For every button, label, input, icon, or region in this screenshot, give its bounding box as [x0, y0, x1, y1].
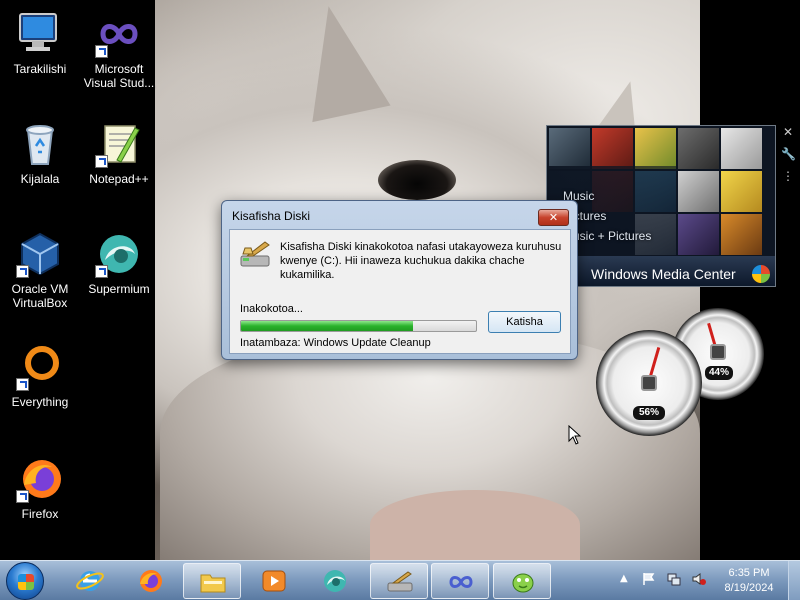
supermium-icon [321, 568, 349, 594]
memory-chip-icon [710, 344, 726, 360]
memory-readout: 44% [705, 366, 733, 380]
taskbar-visual-studio[interactable] [431, 563, 489, 599]
folder-icon [199, 569, 227, 595]
mouse-cursor-icon [568, 424, 582, 445]
volume-muted-icon[interactable] [692, 572, 706, 586]
desktop-icon-label: Microsoft Visual Stud... [83, 62, 155, 90]
dialog-title: Kisafisha Diski [232, 209, 311, 223]
close-button[interactable]: ✕ [538, 209, 569, 226]
taskbar-firefox[interactable] [122, 563, 180, 599]
media-center-brand: Windows Media Center [591, 266, 736, 282]
system-clock[interactable]: 6:35 PM 8/19/2024 [713, 566, 785, 596]
start-button[interactable] [6, 562, 44, 600]
cancel-button[interactable]: Katisha [488, 311, 561, 333]
clock-date: 8/19/2024 [724, 582, 774, 594]
desktop-icon-label: Firefox [21, 507, 59, 521]
drag-handle-icon[interactable]: ⋮ [781, 169, 795, 183]
show-desktop-button[interactable] [788, 561, 800, 600]
gadget-toolbar: ✕ 🔧 ⋮ [781, 125, 797, 191]
media-player-icon [260, 568, 288, 594]
visual-studio-icon [447, 569, 475, 595]
desktop-icon-computer[interactable]: Tarakilishi [2, 10, 78, 76]
media-tile[interactable] [678, 128, 719, 169]
taskbar-supermium[interactable] [306, 563, 364, 599]
media-tile[interactable] [678, 171, 719, 212]
progress-bar-fill [241, 321, 413, 331]
disk-cleanup-icon [239, 240, 273, 272]
desktop-icon-virtualbox[interactable]: Oracle VM VirtualBox [2, 230, 78, 310]
firefox-icon [16, 455, 64, 503]
desktop-icon-label: Everything [11, 395, 69, 409]
firefox-icon [137, 568, 165, 594]
desktop-icon-recycle-bin[interactable]: Kijalala [2, 120, 78, 186]
cpu-readout: 56% [633, 406, 665, 420]
processor-icon [641, 375, 657, 391]
disk-cleanup-dialog: Kisafisha Diski ✕ Kisafisha Diski kinako… [221, 200, 578, 360]
clock-time: 6:35 PM [728, 567, 770, 579]
cpu-gauge[interactable]: 56% [596, 330, 702, 436]
notepad-plus-plus-icon [95, 120, 143, 168]
taskbar-windows-explorer[interactable] [183, 563, 241, 599]
notepad-plus-plus-icon [509, 569, 537, 595]
action-center-flag-icon[interactable] [642, 572, 656, 586]
desktop-icon-label: Supermium [88, 282, 150, 296]
show-hidden-icons-button[interactable]: ▲ [620, 573, 628, 584]
media-tile[interactable] [635, 128, 676, 169]
taskbar-internet-explorer[interactable] [61, 563, 119, 599]
windows-logo-icon [752, 265, 770, 283]
desktop-icon-supermium[interactable]: Supermium [81, 230, 157, 296]
taskbar-notepad-plus-plus[interactable] [493, 563, 551, 599]
media-tile[interactable] [721, 214, 762, 255]
recycle-bin-icon [16, 120, 64, 168]
desktop-icon-firefox[interactable]: Firefox [2, 455, 78, 521]
dialog-body: Kisafisha Diski kinakokotoa nafasi utaka… [229, 229, 571, 354]
scanning-item-text: Inatambaza: Windows Update Cleanup [240, 337, 431, 349]
media-center-gadget[interactable]: Music Pictures Music + Pictures Windows … [546, 125, 776, 287]
desktop-icon-everything[interactable]: Everything [2, 343, 78, 409]
desktop-icon-label: Oracle VM VirtualBox [11, 282, 69, 310]
media-tile[interactable] [549, 128, 590, 169]
internet-explorer-icon [76, 568, 104, 594]
media-tile[interactable] [721, 171, 762, 212]
desktop-icon-label: Kijalala [20, 172, 60, 186]
close-icon[interactable]: ✕ [781, 125, 795, 139]
supermium-icon [95, 230, 143, 278]
status-text: Inakokotoa... [240, 303, 303, 315]
everything-search-icon [16, 343, 64, 391]
computer-icon [16, 10, 64, 58]
disk-cleanup-icon [386, 569, 414, 595]
visual-studio-icon [95, 10, 143, 58]
wrench-icon[interactable]: 🔧 [781, 147, 796, 161]
desktop-icon-visual-studio[interactable]: Microsoft Visual Stud... [81, 10, 157, 90]
desktop-icon-label: Tarakilishi [13, 62, 67, 76]
dialog-message: Kisafisha Diski kinakokotoa nafasi utaka… [280, 241, 562, 281]
network-icon[interactable] [667, 572, 681, 586]
media-tile[interactable] [592, 128, 633, 169]
virtualbox-icon [16, 230, 64, 278]
desktop-icon-notepad-plus-plus[interactable]: Notepad++ [81, 120, 157, 186]
taskbar-disk-cleanup[interactable] [370, 563, 428, 599]
media-tile[interactable] [721, 128, 762, 169]
windows-logo-icon [18, 574, 34, 590]
progress-bar [240, 320, 477, 332]
taskbar-media-player[interactable] [245, 563, 303, 599]
media-tile[interactable] [678, 214, 719, 255]
desktop-icon-label: Notepad++ [89, 172, 149, 186]
